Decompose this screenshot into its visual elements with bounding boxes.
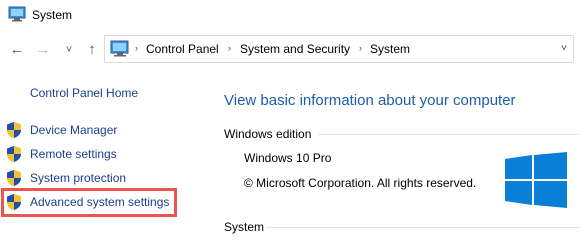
address-dropdown-icon[interactable]: ˅ (561, 43, 567, 54)
section-label-windows-edition: Windows edition (224, 127, 312, 141)
recent-locations-chevron-icon[interactable]: ˅ (62, 41, 76, 59)
breadcrumb-system-and-security[interactable]: System and Security (240, 42, 350, 56)
sidebar-item-remote-settings[interactable]: Remote settings (6, 144, 176, 164)
control-panel-icon (110, 40, 129, 57)
breadcrumb-separator-icon[interactable]: › (228, 43, 231, 53)
up-arrow-icon[interactable]: ↑ (84, 41, 100, 59)
breadcrumb-system[interactable]: System (370, 42, 410, 56)
sidebar-item-device-manager[interactable]: Device Manager (6, 120, 176, 140)
breadcrumb-control-panel[interactable]: Control Panel (146, 42, 219, 56)
shield-icon (7, 146, 21, 162)
highlight-box (1, 188, 177, 217)
sidebar-item-system-protection[interactable]: System protection (6, 168, 176, 188)
sidebar-item-label: System protection (30, 171, 127, 185)
navigation-bar: ← → ˅ ↑ › Control Panel › System and Sec… (0, 33, 580, 67)
window-title: System (32, 8, 73, 22)
address-bar[interactable]: › Control Panel › System and Security › … (104, 35, 574, 63)
shield-icon (7, 122, 21, 138)
section-label-system: System (224, 220, 265, 234)
section-divider (318, 134, 580, 135)
sidebar-item-label: Device Manager (30, 123, 118, 137)
windows-product-name: Windows 10 Pro (244, 151, 332, 165)
copyright-text: © Microsoft Corporation. All rights rese… (244, 176, 477, 190)
breadcrumb-separator-icon: › (135, 43, 138, 53)
control-panel-home-link[interactable]: Control Panel Home (30, 86, 138, 100)
monitor-icon (8, 6, 26, 22)
breadcrumb-separator-icon[interactable]: › (359, 43, 362, 53)
windows-logo-icon (505, 152, 567, 208)
sidebar-item-label: Remote settings (30, 147, 117, 161)
section-divider (266, 227, 580, 228)
back-arrow-icon[interactable]: ← (8, 41, 26, 59)
page-heading: View basic information about your comput… (224, 92, 516, 109)
forward-arrow-icon[interactable]: → (34, 41, 52, 59)
title-bar: System (0, 0, 580, 32)
shield-icon (7, 170, 21, 186)
